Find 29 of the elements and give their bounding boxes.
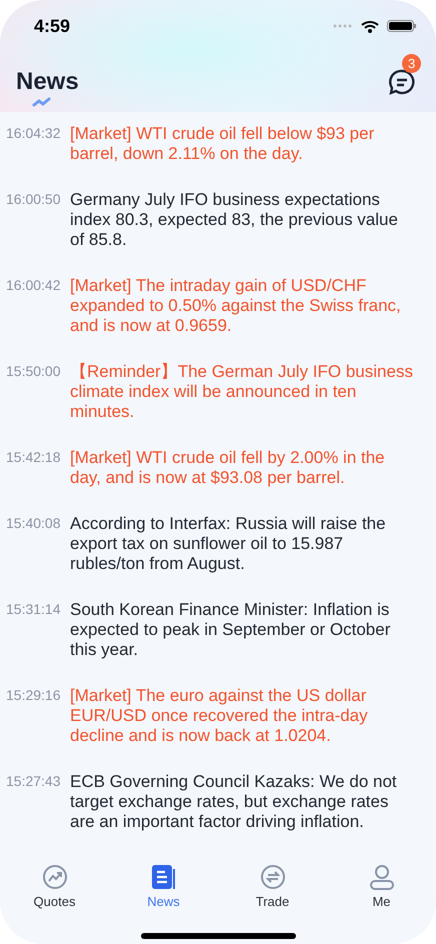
news-time: 16:04:32: [6, 124, 62, 143]
news-time: 15:31:14: [6, 600, 62, 619]
chat-icon[interactable]: [388, 68, 416, 96]
newspaper-icon: [150, 864, 176, 890]
news-time: 16:00:50: [6, 190, 62, 209]
page-title: News: [16, 68, 79, 96]
person-icon: [368, 864, 394, 890]
tab-item[interactable]: Me: [327, 864, 436, 909]
battery-icon: [387, 20, 416, 32]
news-text[interactable]: According to Interfax: Russia will raise the export tax on sunflower oil to 15.987 rubles/ton from August.: [70, 514, 416, 574]
news-time: 15:50:00: [6, 362, 62, 381]
exchange-icon: [260, 864, 286, 890]
status-time: 4:59: [34, 16, 70, 36]
news-time: 15:29:16: [6, 686, 62, 705]
tab-item[interactable]: Quotes: [0, 864, 109, 909]
wifi-icon: [361, 20, 379, 32]
news-time: 15:40:08: [6, 514, 62, 533]
news-time: 15:27:43: [6, 772, 62, 791]
news-time: 16:00:42: [6, 276, 62, 295]
tab-item[interactable]: Trade: [218, 864, 327, 909]
news-text[interactable]: ECB Governing Council Kazaks: We do not target exchange rates, but exchange rates are an important factor driving inflation.: [70, 772, 416, 832]
notification-badge: 3: [402, 54, 422, 73]
news-time: 15:42:18: [6, 448, 62, 467]
signal-icon: [333, 24, 353, 28]
tab-item[interactable]: News: [109, 864, 218, 909]
squiggle-icon: [32, 97, 52, 107]
chart-circle-icon: [42, 864, 68, 890]
news-text[interactable]: South Korean Finance Minister: Inflation is expected to peak in September or October this year.: [70, 600, 416, 660]
news-text[interactable]: Germany July IFO business expectations index 80.3, expected 83, the previous value of 85.8.: [70, 190, 416, 250]
